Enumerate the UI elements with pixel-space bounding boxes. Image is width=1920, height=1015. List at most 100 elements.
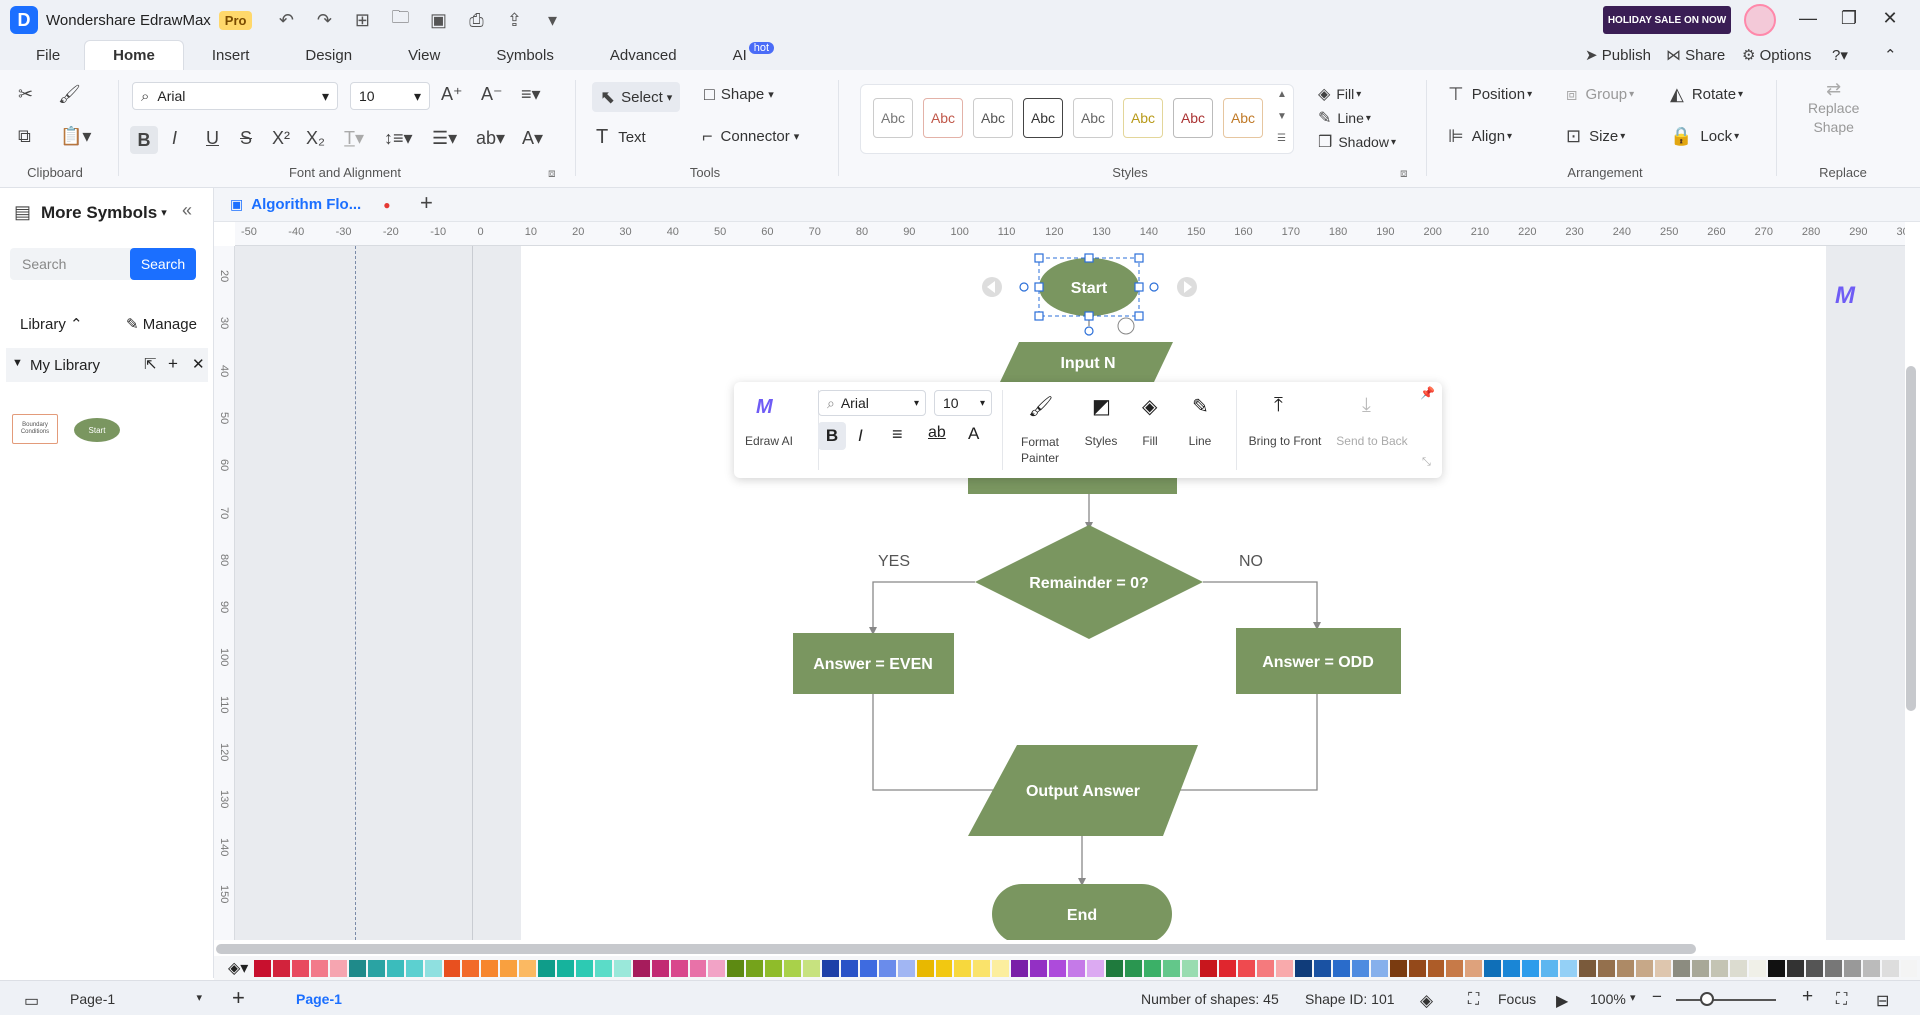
tab-symbols[interactable]: Symbols xyxy=(468,40,582,70)
color-swatch[interactable] xyxy=(1768,959,1786,977)
color-swatch[interactable] xyxy=(840,959,858,977)
resize-handle[interactable] xyxy=(1034,253,1044,263)
expand-gallery-icon[interactable]: ☰ xyxy=(1277,133,1286,144)
style-swatch[interactable]: Abc xyxy=(1173,98,1213,138)
font-color-icon[interactable]: A▾ xyxy=(522,128,543,149)
zoom-slider[interactable] xyxy=(1676,999,1776,1001)
float-size-select[interactable]: 10 ▾ xyxy=(934,390,992,416)
layers-icon[interactable]: ◈ xyxy=(1420,991,1433,1011)
tab-insert[interactable]: Insert xyxy=(184,40,278,70)
align-button[interactable]: ⊫ Align ▾ xyxy=(1448,126,1512,147)
color-swatch[interactable] xyxy=(367,959,385,977)
select-tool-button[interactable]: ⬉ Select ▾ xyxy=(592,82,681,112)
color-swatch[interactable] xyxy=(1843,959,1861,977)
doc-tab-algorithm[interactable]: ▣ Algorithm Flo... ● xyxy=(230,196,390,213)
redo-icon[interactable]: ↷ xyxy=(312,10,336,31)
color-swatch[interactable] xyxy=(519,959,537,977)
text-tool-button[interactable]: T Text xyxy=(596,126,646,149)
text-case-icon[interactable]: T̲▾ xyxy=(344,128,364,149)
color-swatch[interactable] xyxy=(897,959,915,977)
connection-point[interactable] xyxy=(1149,282,1159,292)
style-swatch[interactable]: Abc xyxy=(1123,98,1163,138)
color-swatch[interactable] xyxy=(1484,959,1502,977)
label-yes[interactable]: YES xyxy=(878,553,910,570)
vertical-scrollbar[interactable] xyxy=(1906,366,1916,711)
format-painter-label[interactable]: Format Painter xyxy=(1010,434,1070,466)
symbol-thumb-start[interactable]: Start xyxy=(74,418,120,442)
search-button[interactable]: Search xyxy=(130,248,196,280)
style-swatch[interactable]: Abc xyxy=(973,98,1013,138)
fill-icon[interactable]: ◈ xyxy=(1142,394,1157,419)
float-italic-icon[interactable]: I xyxy=(858,426,863,446)
color-swatch[interactable] xyxy=(1503,959,1521,977)
color-swatch[interactable] xyxy=(1313,959,1331,977)
connector-even-output[interactable] xyxy=(872,694,1000,791)
line-icon[interactable]: ✎ xyxy=(1192,394,1209,419)
undo-icon[interactable]: ↶ xyxy=(274,10,298,31)
fill-button[interactable]: ◈ Fill ▾ xyxy=(1318,84,1361,104)
play-icon[interactable]: ▶ xyxy=(1556,991,1568,1011)
line-spacing-icon[interactable]: ↕≡▾ xyxy=(384,128,413,149)
color-swatch[interactable] xyxy=(273,959,291,977)
color-swatch[interactable] xyxy=(992,959,1010,977)
color-swatch[interactable] xyxy=(1805,959,1823,977)
color-swatch[interactable] xyxy=(348,959,366,977)
color-swatch[interactable] xyxy=(1692,959,1710,977)
color-swatch[interactable] xyxy=(746,959,764,977)
shape-tool-button[interactable]: □ Shape ▾ xyxy=(704,84,774,105)
connector-yes[interactable] xyxy=(872,581,975,631)
connector-no[interactable] xyxy=(1203,581,1318,626)
zoom-in-icon[interactable]: + xyxy=(1802,986,1813,1008)
export-icon[interactable]: ⇪ xyxy=(502,10,526,31)
help-icon[interactable]: ?▾ xyxy=(1832,46,1848,64)
scroll-up-icon[interactable]: ▲ xyxy=(1277,89,1287,100)
color-swatch[interactable] xyxy=(481,959,499,977)
color-swatch[interactable] xyxy=(1711,959,1729,977)
cut-icon[interactable]: ✂ xyxy=(18,84,33,105)
fill-color-picker-icon[interactable]: ◈▾ xyxy=(228,958,248,978)
page-select[interactable]: Page-1 ▾ xyxy=(70,991,202,1007)
color-swatch[interactable] xyxy=(1067,959,1085,977)
group-button[interactable]: ⧈ Group ▾ xyxy=(1566,84,1634,105)
bring-front-icon[interactable]: ⤒ xyxy=(1274,394,1283,417)
edraw-ai-label[interactable]: Edraw AI xyxy=(740,434,798,448)
float-font-select[interactable]: ⌕ Arial ▾ xyxy=(818,390,926,416)
color-swatch[interactable] xyxy=(424,959,442,977)
share-button[interactable]: ⋈ Share xyxy=(1666,46,1725,64)
color-swatch[interactable] xyxy=(1522,959,1540,977)
fit-page-icon[interactable]: ⛶ xyxy=(1836,991,1847,1009)
color-swatch[interactable] xyxy=(1862,959,1880,977)
symbol-search-input[interactable]: Search Search xyxy=(10,248,196,280)
edraw-ai-icon[interactable]: M xyxy=(756,396,773,419)
color-swatch[interactable] xyxy=(784,959,802,977)
import-icon[interactable]: ⇱ xyxy=(144,355,157,373)
bring-front-label[interactable]: Bring to Front xyxy=(1242,434,1328,448)
color-swatch[interactable] xyxy=(1181,959,1199,977)
zoom-out-icon[interactable]: − xyxy=(1652,987,1662,1007)
color-swatch[interactable] xyxy=(1578,959,1596,977)
holiday-sale-banner[interactable]: HOLIDAY SALE ON NOW xyxy=(1603,6,1731,34)
lock-button[interactable]: 🔒 Lock ▾ xyxy=(1670,126,1739,147)
float-bold-icon[interactable]: B xyxy=(818,422,846,450)
font-family-select[interactable]: ⌕ Arial ▾ xyxy=(132,82,338,110)
float-highlight-icon[interactable]: ab xyxy=(928,424,946,442)
symbol-thumb-boundary[interactable]: Boundary Conditions xyxy=(12,414,58,444)
color-swatch[interactable] xyxy=(1030,959,1048,977)
rotate-button[interactable]: ◭ Rotate ▾ xyxy=(1670,84,1743,105)
color-swatch[interactable] xyxy=(1124,959,1142,977)
connector-tool-button[interactable]: ⌐ Connector ▾ xyxy=(702,126,799,147)
color-swatch[interactable] xyxy=(594,959,612,977)
color-swatch[interactable] xyxy=(632,959,650,977)
italic-icon[interactable]: I xyxy=(172,128,177,149)
resize-handle[interactable] xyxy=(1134,311,1144,321)
color-swatch[interactable] xyxy=(1446,959,1464,977)
underline-icon[interactable]: U xyxy=(206,128,219,149)
color-swatch[interactable] xyxy=(311,959,329,977)
zoom-value[interactable]: 100% xyxy=(1590,991,1626,1007)
color-swatch[interactable] xyxy=(859,959,877,977)
color-swatch[interactable] xyxy=(1749,959,1767,977)
color-swatch[interactable] xyxy=(330,959,347,977)
paste-icon[interactable]: 📋▾ xyxy=(60,126,91,147)
page-view-icon[interactable]: ▭ xyxy=(24,991,39,1011)
fill-label[interactable]: Fill xyxy=(1130,434,1170,448)
